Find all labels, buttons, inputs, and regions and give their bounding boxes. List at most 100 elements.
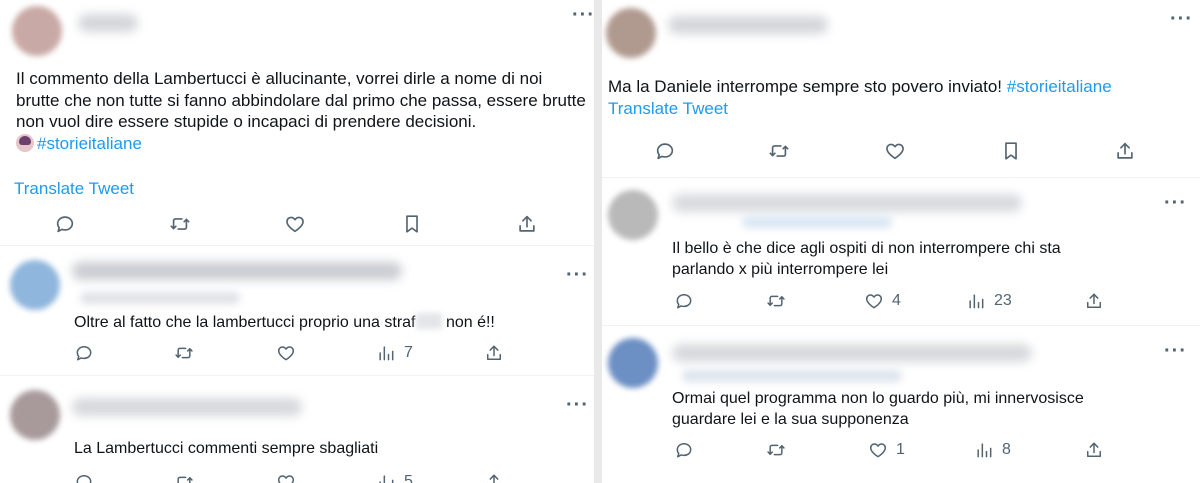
author-name[interactable] — [72, 262, 402, 280]
tweet-text: Il commento della Lambertucci è allucina… — [16, 68, 586, 154]
bookmark-button[interactable] — [1000, 140, 1022, 162]
views-button[interactable]: 23 — [966, 291, 1012, 311]
more-icon[interactable]: ··· — [572, 5, 594, 25]
views-count: 23 — [994, 292, 1012, 309]
main-tweet[interactable]: ··· Ma la Daniele interrompe sempre sto … — [602, 0, 1200, 178]
translate-tweet-link[interactable]: Translate Tweet — [608, 99, 728, 119]
hashtag-link[interactable]: #storieitaliane — [37, 134, 142, 153]
reply-button[interactable] — [654, 140, 676, 162]
reply-button[interactable] — [74, 472, 94, 483]
more-icon[interactable]: ··· — [566, 265, 589, 285]
like-button[interactable]: 4 — [864, 291, 901, 311]
reply-body: La Lambertucci commenti sempre sbagliati — [74, 440, 379, 457]
avatar[interactable] — [606, 8, 656, 58]
reply-button[interactable] — [674, 440, 694, 460]
author-name[interactable] — [672, 344, 1032, 362]
reply-actions: 7 — [0, 343, 594, 369]
views-button[interactable]: 8 — [974, 440, 1011, 460]
reply-icon — [74, 472, 94, 483]
tweet-body: Il commento della Lambertucci è allucina… — [16, 69, 586, 131]
share-icon — [484, 472, 504, 483]
hashtag-link[interactable]: #storieitaliane — [1007, 77, 1112, 96]
author-name[interactable] — [72, 398, 302, 416]
avatar[interactable] — [608, 338, 658, 388]
like-icon — [276, 472, 296, 483]
author-handle[interactable] — [80, 292, 240, 304]
retweet-icon — [174, 472, 194, 483]
main-tweet[interactable]: ··· Il commento della Lambertucci è allu… — [0, 0, 594, 246]
retweet-icon — [169, 213, 191, 235]
bookmark-button[interactable] — [401, 213, 423, 235]
reply-tweet[interactable]: ··· La Lambertucci commenti sempre sbagl… — [0, 378, 594, 483]
retweet-button[interactable] — [766, 440, 786, 460]
reply-icon — [674, 440, 694, 460]
reply-actions: 5 — [0, 472, 594, 483]
reply-button[interactable] — [54, 213, 76, 235]
like-icon — [276, 343, 296, 363]
reply-tweet[interactable]: ··· Il bello è che dice agli ospiti di n… — [602, 180, 1200, 326]
reply-text: Il bello è che dice agli ospiti di non i… — [672, 238, 1112, 280]
retweet-button[interactable] — [174, 472, 194, 483]
share-button[interactable] — [484, 472, 504, 483]
views-icon — [376, 472, 396, 483]
author-handle[interactable] — [742, 216, 892, 228]
views-button[interactable]: 7 — [376, 343, 413, 363]
reply-icon — [654, 140, 676, 162]
reply-text: Oltre al fatto che la lambertucci propri… — [74, 312, 584, 333]
more-icon[interactable]: ··· — [1164, 193, 1187, 213]
translate-tweet-link[interactable]: Translate Tweet — [14, 179, 134, 199]
like-button[interactable] — [284, 213, 306, 235]
author-name[interactable] — [668, 16, 828, 34]
like-icon — [868, 440, 888, 460]
retweet-button[interactable] — [174, 343, 194, 363]
bookmark-icon — [401, 213, 423, 235]
tweet-actions — [602, 140, 1200, 166]
retweet-icon — [766, 291, 786, 311]
share-button[interactable] — [1114, 140, 1136, 162]
author-name[interactable] — [672, 194, 1022, 212]
share-icon — [516, 213, 538, 235]
share-icon — [484, 343, 504, 363]
share-button[interactable] — [484, 343, 504, 363]
like-count: 1 — [896, 441, 905, 458]
avatar[interactable] — [10, 390, 60, 440]
like-count: 4 — [892, 292, 901, 309]
like-button[interactable] — [276, 472, 296, 483]
tweet-body: Ma la Daniele interrompe sempre sto pove… — [608, 77, 1007, 96]
tweet-actions — [0, 213, 594, 239]
reply-body: Ormai quel programma non lo guardo più, … — [672, 390, 1084, 428]
avatar[interactable] — [608, 190, 658, 240]
retweet-button[interactable] — [169, 213, 191, 235]
avatar[interactable] — [10, 260, 60, 310]
share-button[interactable] — [1084, 291, 1104, 311]
author-handle[interactable] — [682, 370, 902, 382]
views-count: 7 — [404, 344, 413, 361]
retweet-button[interactable] — [768, 140, 790, 162]
more-icon[interactable]: ··· — [1164, 341, 1187, 361]
reply-button[interactable] — [674, 291, 694, 311]
right-tweet-panel: ··· Ma la Daniele interrompe sempre sto … — [602, 0, 1200, 483]
avatar[interactable] — [12, 6, 62, 56]
more-icon[interactable]: ··· — [566, 395, 589, 415]
reply-tweet[interactable]: ··· Oltre al fatto che la lambertucci pr… — [0, 248, 594, 376]
reply-icon — [54, 213, 76, 235]
like-button[interactable]: 1 — [868, 440, 905, 460]
views-button[interactable]: 5 — [376, 472, 413, 483]
retweet-icon — [174, 343, 194, 363]
like-button[interactable] — [884, 140, 906, 162]
views-icon — [966, 291, 986, 311]
reply-actions: 4 23 — [602, 291, 1200, 317]
author-name[interactable] — [78, 14, 138, 32]
reply-tweet[interactable]: ··· Ormai quel programma non lo guardo p… — [602, 330, 1200, 483]
share-button[interactable] — [1084, 440, 1104, 460]
share-icon — [1114, 140, 1136, 162]
more-icon[interactable]: ··· — [1170, 9, 1193, 29]
share-icon — [1084, 291, 1104, 311]
like-button[interactable] — [276, 343, 296, 363]
reply-body: Il bello è che dice agli ospiti di non i… — [672, 240, 1061, 278]
share-button[interactable] — [516, 213, 538, 235]
woman-facepalming-icon — [16, 133, 34, 152]
reply-actions: 1 8 — [602, 440, 1200, 466]
reply-button[interactable] — [74, 343, 94, 363]
retweet-button[interactable] — [766, 291, 786, 311]
